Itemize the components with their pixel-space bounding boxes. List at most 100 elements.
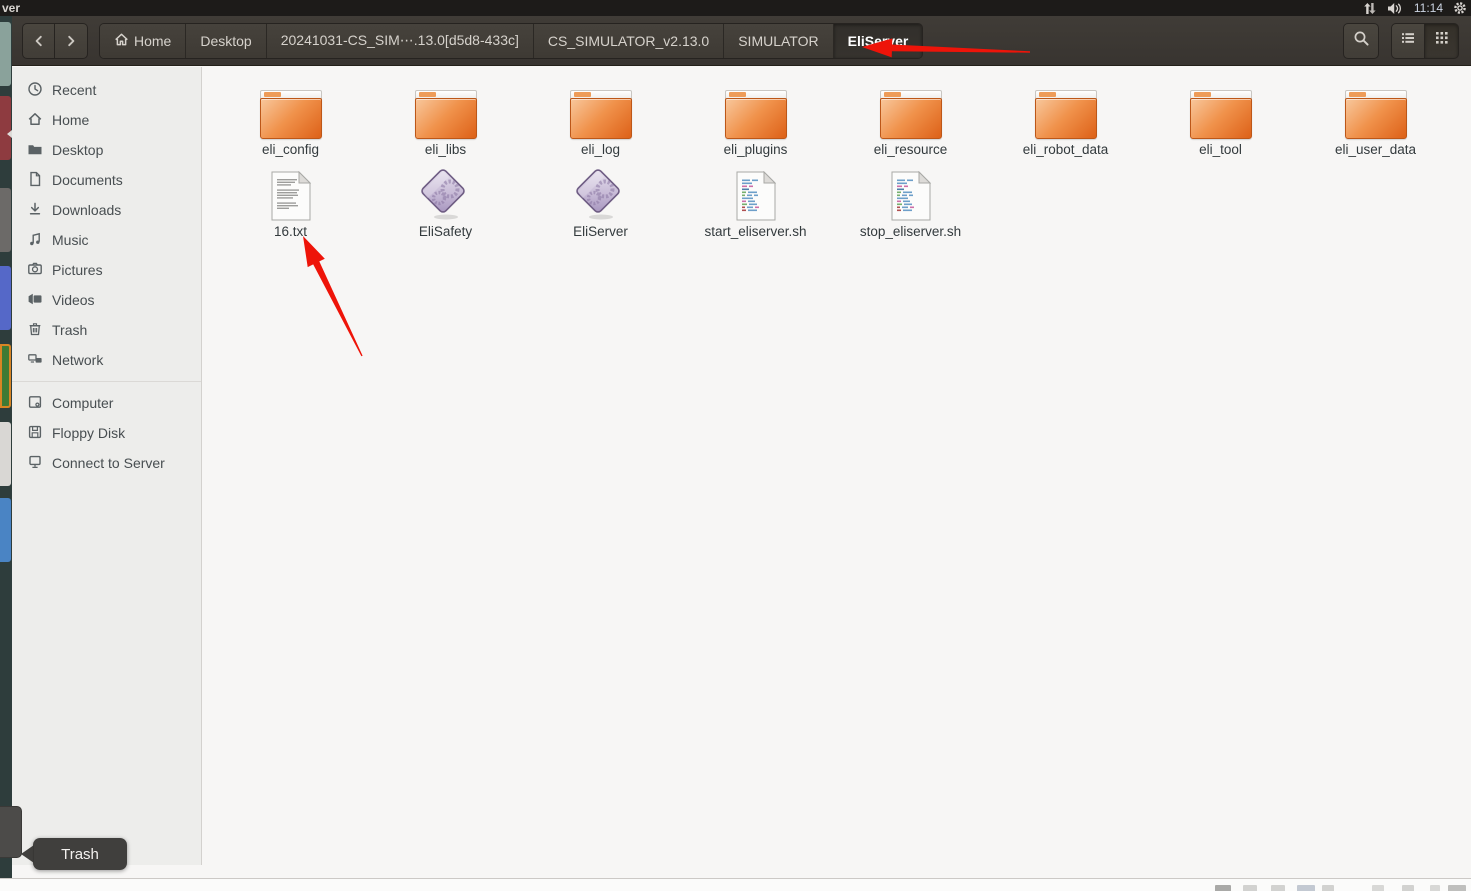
dock-app-icon-6[interactable] bbox=[0, 422, 11, 486]
file-name-label: eli_log bbox=[580, 142, 621, 157]
documents-icon bbox=[27, 171, 43, 190]
taskbar-icon-fragment bbox=[1271, 885, 1285, 891]
file-item-start-eliserver-sh[interactable]: start_eliserver.sh bbox=[678, 165, 833, 247]
sidebar-item-desktop[interactable]: Desktop bbox=[12, 135, 201, 165]
bottom-screen-strip bbox=[0, 878, 1471, 891]
back-button[interactable] bbox=[22, 22, 55, 59]
sidebar-item-label: Home bbox=[52, 112, 90, 128]
grid-view-button[interactable] bbox=[1425, 22, 1459, 59]
sidebar-item-label: Floppy Disk bbox=[52, 425, 126, 441]
sidebar-item-computer[interactable]: Computer bbox=[12, 388, 201, 418]
file-name-label: eli_config bbox=[261, 142, 320, 157]
sidebar-item-label: Desktop bbox=[52, 142, 104, 158]
sidebar-item-home[interactable]: Home bbox=[12, 105, 201, 135]
breadcrumb-desktop[interactable]: Desktop bbox=[186, 23, 267, 58]
file-item-eliserver[interactable]: EliServer bbox=[523, 165, 678, 247]
window-title-fragment: ver bbox=[2, 1, 21, 15]
music-icon bbox=[27, 231, 43, 250]
folder-icon bbox=[724, 83, 787, 139]
sidebar-item-label: Recent bbox=[52, 82, 97, 98]
taskbar-icon-fragment bbox=[1243, 885, 1257, 891]
sidebar-item-videos[interactable]: Videos bbox=[12, 285, 201, 315]
sidebar-item-recent[interactable]: Recent bbox=[12, 75, 201, 105]
sidebar-item-label: Network bbox=[52, 352, 104, 368]
breadcrumb-label: CS_SIMULATOR_v2.13.0 bbox=[547, 32, 710, 49]
pictures-icon bbox=[27, 261, 43, 280]
breadcrumb: Home Desktop 20241031-CS_SIM⋯.13.0[d5d8-43… bbox=[99, 22, 924, 59]
videos-icon bbox=[27, 291, 43, 310]
sidebar-item-floppy-disk[interactable]: Floppy Disk bbox=[12, 418, 201, 448]
dock-app-icon-4[interactable] bbox=[0, 266, 11, 330]
sidebar-item-music[interactable]: Music bbox=[12, 225, 201, 255]
forward-button[interactable] bbox=[55, 22, 88, 59]
file-name-label: start_eliserver.sh bbox=[704, 224, 807, 239]
file-name-label: EliSafety bbox=[418, 224, 473, 239]
dock-app-icon-1[interactable] bbox=[0, 22, 11, 86]
sidebar-item-label: Videos bbox=[52, 292, 95, 308]
desktop-screen: ver 11:14 Home Desktop 20241031-CS_SIM⋯.… bbox=[0, 0, 1471, 891]
sidebar-item-downloads[interactable]: Downloads bbox=[12, 195, 201, 225]
sidebar-item-documents[interactable]: Documents bbox=[12, 165, 201, 195]
breadcrumb-label: SIMULATOR bbox=[738, 32, 819, 49]
dock-app-icon-2[interactable] bbox=[0, 96, 11, 160]
folder-icon bbox=[414, 83, 477, 139]
file-item-elisafety[interactable]: EliSafety bbox=[368, 165, 523, 247]
dock-trash-item[interactable] bbox=[0, 806, 22, 858]
breadcrumb-eliserver[interactable]: EliServer bbox=[833, 23, 923, 58]
volume-icon[interactable] bbox=[1387, 2, 1404, 15]
breadcrumb-simulator[interactable]: SIMULATOR bbox=[724, 23, 834, 58]
dock-app-icon-7[interactable] bbox=[0, 498, 11, 562]
file-item-eli-plugins[interactable]: eli_plugins bbox=[678, 83, 833, 165]
file-item-stop-eliserver-sh[interactable]: stop_eliserver.sh bbox=[833, 165, 988, 247]
file-name-label: 16.txt bbox=[273, 224, 308, 239]
breadcrumb-label: EliServer bbox=[847, 32, 909, 49]
file-item-16-txt[interactable]: 16.txt bbox=[213, 165, 368, 247]
dock-app-icon-5[interactable] bbox=[0, 344, 11, 408]
sidebar-item-label: Computer bbox=[52, 395, 114, 411]
breadcrumb-20241031-cs-sim-13-0-d5d8-433c-[interactable]: 20241031-CS_SIM⋯.13.0[d5d8-433c] bbox=[266, 23, 534, 58]
executable-diamond-icon bbox=[417, 165, 475, 221]
file-manager-window: Home Desktop 20241031-CS_SIM⋯.13.0[d5d8-43… bbox=[12, 16, 1471, 878]
folder-icon bbox=[879, 83, 942, 139]
file-item-eli-resource[interactable]: eli_resource bbox=[833, 83, 988, 165]
recent-icon bbox=[27, 81, 43, 100]
server-icon bbox=[27, 454, 43, 473]
dock-app-icon-3[interactable] bbox=[0, 188, 11, 252]
sidebar-item-label: Documents bbox=[52, 172, 123, 188]
file-grid-area: eli_config eli_libs eli_log eli_plugins … bbox=[202, 67, 1471, 865]
file-item-eli-user-data[interactable]: eli_user_data bbox=[1298, 83, 1453, 165]
sidebar-item-network[interactable]: Network bbox=[12, 345, 201, 375]
file-item-eli-libs[interactable]: eli_libs bbox=[368, 83, 523, 165]
sidebar-item-connect-to-server[interactable]: Connect to Server bbox=[12, 448, 201, 478]
trash-tooltip: Trash bbox=[21, 838, 127, 870]
file-name-label: eli_libs bbox=[424, 142, 467, 157]
breadcrumb-home[interactable]: Home bbox=[100, 23, 187, 58]
home-icon bbox=[27, 111, 43, 130]
folder-icon bbox=[1189, 83, 1252, 139]
file-item-eli-robot-data[interactable]: eli_robot_data bbox=[988, 83, 1143, 165]
folder-icon bbox=[1344, 83, 1407, 139]
list-view-button[interactable] bbox=[1391, 22, 1425, 59]
sidebar-item-label: Pictures bbox=[52, 262, 103, 278]
list-view-icon bbox=[1400, 30, 1416, 51]
file-name-label: eli_tool bbox=[1199, 142, 1242, 157]
sidebar-item-pictures[interactable]: Pictures bbox=[12, 255, 201, 285]
breadcrumb-cs-simulator-v2-13-0[interactable]: CS_SIMULATOR_v2.13.0 bbox=[533, 23, 725, 58]
taskbar-icon-fragment bbox=[1372, 885, 1384, 891]
settings-gear-icon[interactable] bbox=[1453, 1, 1467, 15]
taskbar-icon-fragment bbox=[1322, 885, 1334, 891]
system-top-bar: ver 11:14 bbox=[0, 0, 1471, 16]
sidebar-item-trash[interactable]: Trash bbox=[12, 315, 201, 345]
file-item-eli-log[interactable]: eli_log bbox=[523, 83, 678, 165]
search-button[interactable] bbox=[1343, 22, 1379, 59]
grid-view-icon bbox=[1434, 30, 1450, 51]
desktop-icon bbox=[27, 141, 43, 160]
taskbar-icon-fragment bbox=[1215, 885, 1231, 891]
sidebar: Recent Home Desktop Documents Downloads Music… bbox=[12, 67, 202, 865]
file-name-label: eli_resource bbox=[873, 142, 948, 157]
file-item-eli-config[interactable]: eli_config bbox=[213, 83, 368, 165]
network-arrows-icon[interactable] bbox=[1362, 2, 1377, 15]
sidebar-item-label: Connect to Server bbox=[52, 455, 165, 471]
clock[interactable]: 11:14 bbox=[1414, 1, 1443, 15]
file-item-eli-tool[interactable]: eli_tool bbox=[1143, 83, 1298, 165]
